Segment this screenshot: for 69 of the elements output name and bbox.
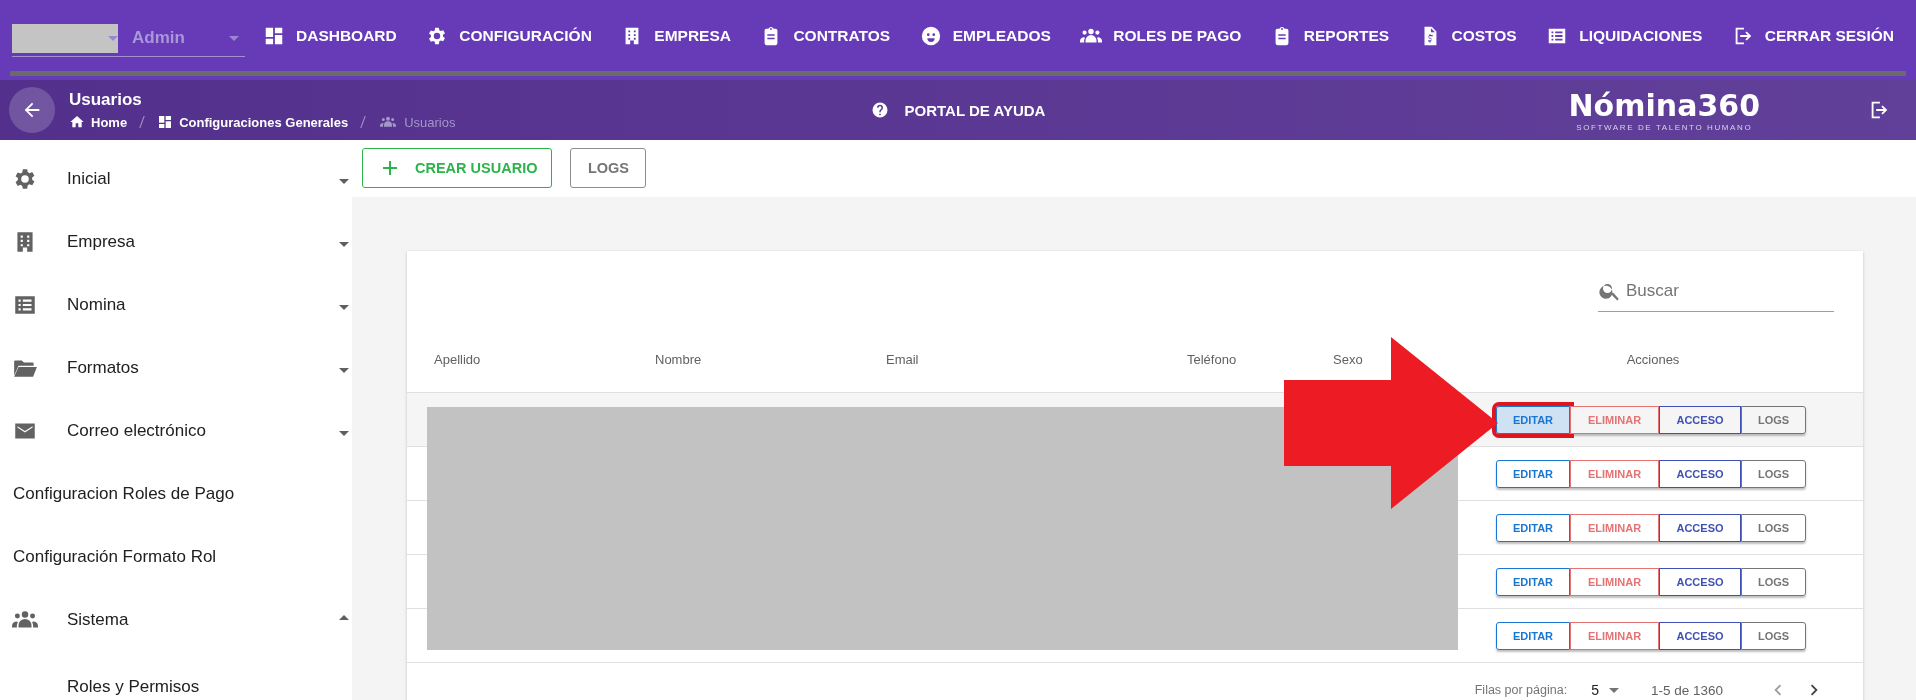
- sidebar-label: Sistema: [67, 609, 129, 630]
- logs-button[interactable]: LOGS: [1741, 567, 1806, 596]
- back-button[interactable]: [9, 87, 55, 133]
- column-header: Email: [886, 352, 920, 369]
- rows-per-page-select[interactable]: 5: [1591, 682, 1619, 698]
- sidebar-label: Nomina: [67, 294, 126, 315]
- home-icon: [69, 114, 85, 130]
- nav-link[interactable]: COSTOS: [1418, 24, 1517, 47]
- edit-button[interactable]: EDITAR: [1496, 567, 1570, 596]
- nav-link[interactable]: LIQUIDACIONES: [1546, 24, 1703, 47]
- logo-tagline: SOFTWARE DE TALENTO HUMANO: [1576, 122, 1753, 132]
- sidebar-subitem[interactable]: Roles y Permisos: [0, 651, 352, 697]
- logo-wordmark: Nómina360: [1568, 88, 1760, 123]
- nav-link[interactable]: ROLES DE PAGO: [1080, 24, 1242, 47]
- help-link[interactable]: PORTAL DE AYUDA: [870, 101, 1046, 119]
- breadcrumb-link[interactable]: Configuraciones Generales: [179, 114, 349, 130]
- sidebar-item[interactable]: Sistema: [0, 588, 352, 651]
- sidebar-link[interactable]: Configuración Formato Rol: [0, 525, 352, 588]
- help-icon: [870, 101, 889, 119]
- sidebar-label: Correo electrónico: [67, 420, 206, 441]
- sidebar-item[interactable]: Formatos: [0, 336, 352, 399]
- edit-button[interactable]: EDITAR: [1496, 621, 1570, 650]
- sidebar-item[interactable]: Correo electrónico: [0, 399, 352, 462]
- search-field[interactable]: Buscar: [1626, 272, 1834, 309]
- nav-link[interactable]: EMPRESA: [621, 24, 731, 47]
- page-range: 1-5 de 1360: [1650, 682, 1723, 698]
- breadcrumb-separator: [139, 116, 146, 128]
- nav-link[interactable]: CONTRATOS: [760, 24, 891, 47]
- sidebar-label: Formatos: [67, 357, 139, 378]
- access-button[interactable]: ACCESO: [1659, 513, 1741, 542]
- logs-button[interactable]: LOGS: [1741, 513, 1806, 542]
- dashboard-icon: [157, 114, 174, 130]
- smiley-icon: [919, 24, 942, 47]
- access-button[interactable]: ACCESO: [1659, 459, 1741, 488]
- sidebar-label: Inicial: [67, 168, 111, 189]
- people-icon: [378, 114, 399, 130]
- logs-button[interactable]: LOGS: [1741, 459, 1806, 488]
- caret-icon: [108, 35, 118, 41]
- logs-button[interactable]: LOGS: [570, 148, 647, 188]
- logs-button[interactable]: LOGS: [1741, 621, 1806, 650]
- nav-link[interactable]: EMPLEADOS: [919, 24, 1051, 47]
- column-header: Sexo: [1333, 352, 1364, 369]
- column-header: Teléfono: [1187, 352, 1238, 369]
- sidebar-item[interactable]: Nomina: [0, 273, 352, 336]
- sidebar-item[interactable]: Empresa: [0, 210, 352, 273]
- rows-per-page-label: Filas por página:: [1474, 683, 1568, 697]
- sidebar-label: Empresa: [67, 231, 136, 252]
- edit-button[interactable]: EDITAR: [1496, 513, 1570, 542]
- nav-link[interactable]: DASHBOARD: [263, 24, 397, 47]
- breadcrumb-separator: [360, 116, 367, 128]
- plus-icon: [383, 161, 397, 175]
- logs-button[interactable]: LOGS: [1741, 405, 1806, 434]
- column-header: Apellido: [434, 352, 482, 369]
- access-button[interactable]: ACCESO: [1659, 621, 1741, 650]
- nav-link[interactable]: REPORTES: [1270, 24, 1390, 47]
- breadcrumb-link[interactable]: Usuarios: [404, 114, 456, 130]
- column-header: Nombre: [655, 352, 703, 369]
- access-button[interactable]: ACCESO: [1659, 567, 1741, 596]
- caret-icon: [1608, 687, 1619, 693]
- caret-icon: [229, 35, 239, 41]
- sidebar-link[interactable]: Configuracion Roles de Pago: [0, 462, 352, 525]
- nav-link[interactable]: CERRAR SESIÓN: [1731, 24, 1894, 47]
- breadcrumb-link[interactable]: Home: [91, 114, 128, 130]
- access-button[interactable]: ACCESO: [1659, 405, 1741, 434]
- page-title: Usuarios: [69, 90, 143, 110]
- edit-button[interactable]: EDITAR: [1496, 459, 1570, 488]
- nav-link[interactable]: CONFIGURACIÓN: [426, 24, 592, 47]
- sidebar-item[interactable]: Inicial: [0, 147, 352, 210]
- column-header: Acciones: [1625, 352, 1681, 369]
